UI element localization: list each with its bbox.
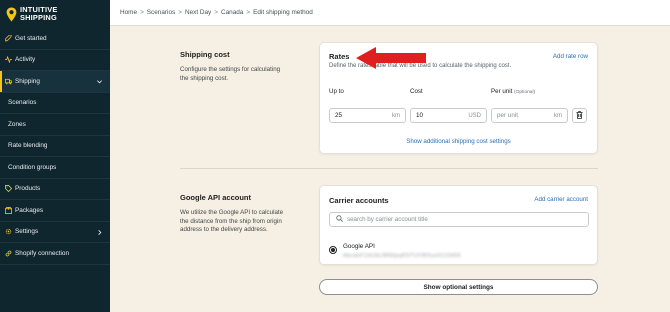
sidebar-item-get-started[interactable]: Get started	[0, 28, 110, 50]
sidebar-item-label: Shipping	[15, 77, 40, 85]
carrier-accounts-card: Carrier accounts Add carrier account sea…	[319, 185, 598, 265]
search-icon	[336, 215, 347, 224]
sidebar-nav: Get started Activity Shipping Scenarios …	[0, 28, 110, 265]
sidebar-item-label: Condition groups	[8, 163, 57, 171]
rates-title: Rates	[329, 52, 350, 61]
col-cost-label: Cost	[410, 88, 423, 95]
link-icon	[5, 250, 12, 257]
cost-unit: USD	[468, 112, 481, 119]
breadcrumb-separator: >	[140, 9, 144, 16]
sidebar-item-label: Packages	[15, 206, 44, 214]
trash-icon	[576, 110, 583, 121]
tag-icon	[5, 185, 12, 193]
per-unit-unit: km	[554, 112, 562, 119]
top-bar: Home > Scenarios > Next Day > Canada > Edit ship…	[110, 0, 670, 26]
sidebar-item-label: Zones	[8, 120, 26, 128]
rocket-icon	[5, 34, 12, 42]
show-additional-settings-link[interactable]: Show additional shipping cost settings	[320, 138, 597, 145]
optional-note: (Optional)	[514, 90, 536, 95]
sidebar-item-label: Get started	[15, 34, 47, 42]
breadcrumb-separator: >	[246, 9, 251, 16]
activity-icon	[5, 56, 12, 64]
carrier-account-id: AbcdeF1HiJkLMN0pqRSTUVWXyz0123456	[343, 253, 461, 259]
delete-row-button[interactable]	[572, 108, 587, 123]
shipping-cost-description-line: the shipping cost.	[180, 74, 229, 82]
per-unit-input[interactable]: per unit km	[491, 108, 568, 123]
sidebar-item-condition-groups[interactable]: Condition groups	[0, 157, 110, 179]
show-optional-settings-button[interactable]: Show optional settings	[319, 279, 598, 295]
breadcrumb-home[interactable]: Home	[120, 9, 137, 16]
sidebar-item-activity[interactable]: Activity	[0, 50, 110, 71]
carrier-account-name: Google API	[343, 243, 375, 250]
breadcrumb-separator: >	[178, 9, 182, 16]
breadcrumb-separator: >	[214, 9, 218, 16]
sidebar-item-shipping[interactable]: Shipping	[0, 71, 110, 93]
search-placeholder: search by carrier account title	[347, 216, 428, 223]
sidebar-item-products[interactable]: Products	[0, 179, 110, 200]
google-api-description-line: the distance from the ship from origin	[180, 217, 282, 225]
breadcrumb: Home > Scenarios > Next Day > Canada > Edit ship…	[120, 9, 313, 16]
sidebar-item-packages[interactable]: Packages	[0, 200, 110, 222]
sidebar: INTUITIVE SHIPPING Get started Activity …	[0, 0, 110, 312]
per-unit-placeholder: per unit	[497, 112, 519, 119]
col-per-unit-text: Per unit	[491, 88, 513, 95]
google-api-description-line: We utilize the Google API to calculate	[180, 209, 284, 216]
carrier-search-input[interactable]: search by carrier account title	[329, 212, 589, 227]
google-api-description-line: address to the delivery address.	[180, 226, 268, 234]
up-to-value: 25	[335, 112, 343, 119]
breadcrumb-scenarios[interactable]: Scenarios	[147, 9, 175, 16]
add-rate-row-link[interactable]: Add rate row	[553, 53, 588, 60]
google-api-description: We utilize the Google API to calculate t…	[180, 209, 283, 235]
sidebar-item-label: Scenarios	[8, 99, 37, 107]
section-divider	[180, 168, 598, 169]
package-icon	[5, 206, 12, 214]
sidebar-item-label: Activity	[15, 56, 36, 64]
breadcrumb-current: Edit shipping method	[253, 9, 313, 16]
sidebar-item-scenarios[interactable]: Scenarios	[0, 92, 110, 114]
shipping-cost-description-line: Configure the settings for calculating	[180, 66, 281, 73]
sidebar-item-shopify-connection[interactable]: Shopify connection	[0, 243, 110, 265]
red-arrow-annotation	[356, 47, 426, 69]
sidebar-item-label: Shopify connection	[15, 249, 70, 257]
brand-line-2: SHIPPING	[20, 13, 57, 22]
cost-value: 10	[416, 112, 424, 119]
up-to-unit: km	[392, 112, 400, 119]
col-up-to-label: Up to	[329, 88, 344, 95]
cost-input[interactable]: 10 USD	[410, 108, 487, 123]
brand-logo[interactable]: INTUITIVE SHIPPING	[0, 0, 110, 28]
breadcrumb-canada[interactable]: Canada	[221, 9, 243, 16]
up-to-input[interactable]: 25 km	[329, 108, 406, 123]
truck-icon	[5, 78, 12, 85]
sidebar-item-rate-blending[interactable]: Rate blending	[0, 135, 110, 157]
sidebar-item-settings[interactable]: Settings	[0, 222, 110, 243]
breadcrumb-next-day[interactable]: Next Day	[185, 9, 211, 16]
gear-icon	[5, 228, 12, 235]
location-pin-icon	[6, 7, 17, 22]
carrier-accounts-title: Carrier accounts	[329, 196, 389, 205]
chevron-down-icon	[96, 78, 103, 85]
carrier-account-radio[interactable]	[329, 246, 337, 254]
sidebar-item-label: Rate blending	[8, 142, 48, 150]
col-per-unit-label: Per unit (Optional)	[491, 88, 535, 95]
google-api-title: Google API account	[180, 193, 251, 202]
chevron-right-icon	[96, 229, 103, 236]
sidebar-item-label: Settings	[15, 228, 39, 236]
shipping-cost-title: Shipping cost	[180, 50, 230, 59]
sidebar-item-zones[interactable]: Zones	[0, 114, 110, 136]
shipping-cost-description: Configure the settings for calculating t…	[180, 66, 280, 83]
add-carrier-account-link[interactable]: Add carrier account	[534, 196, 588, 203]
sidebar-item-label: Products	[15, 185, 41, 193]
